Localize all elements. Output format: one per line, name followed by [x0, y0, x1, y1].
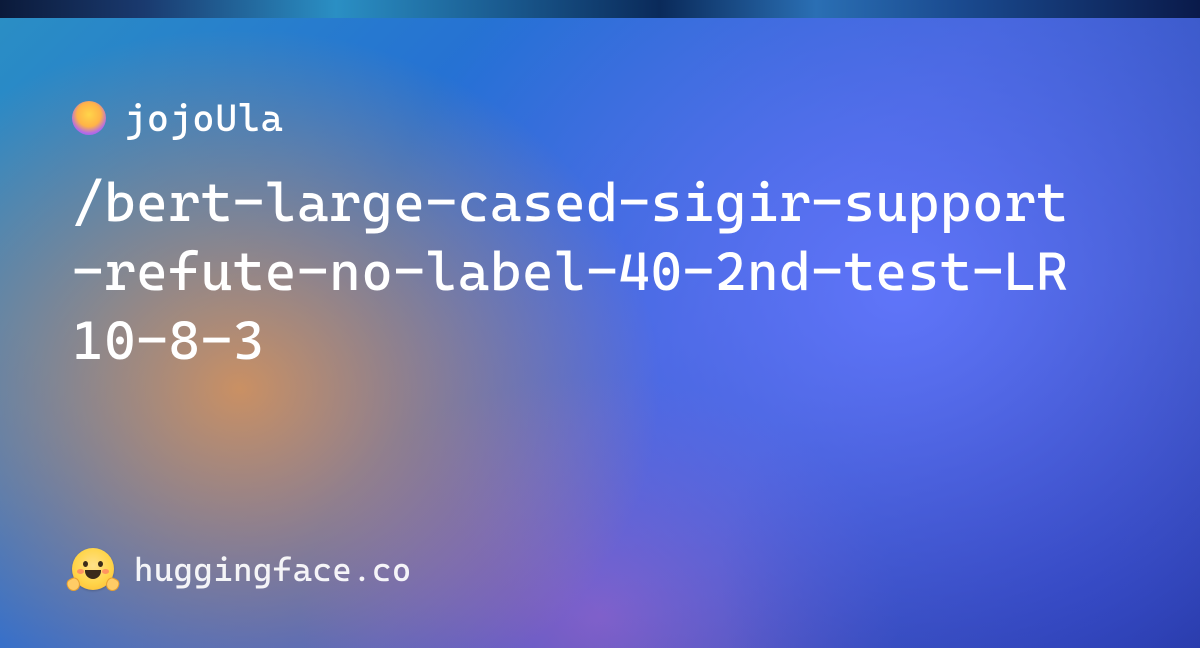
author-row: jojoUla — [72, 96, 1128, 140]
site-name: huggingface.co — [134, 550, 412, 589]
author-name: jojoUla — [124, 96, 283, 140]
author-avatar — [72, 101, 106, 135]
model-name: /bert-large-cased-sigir-support-refute-n… — [72, 168, 1092, 375]
huggingface-logo-icon — [72, 548, 114, 590]
footer: huggingface.co — [72, 548, 412, 590]
